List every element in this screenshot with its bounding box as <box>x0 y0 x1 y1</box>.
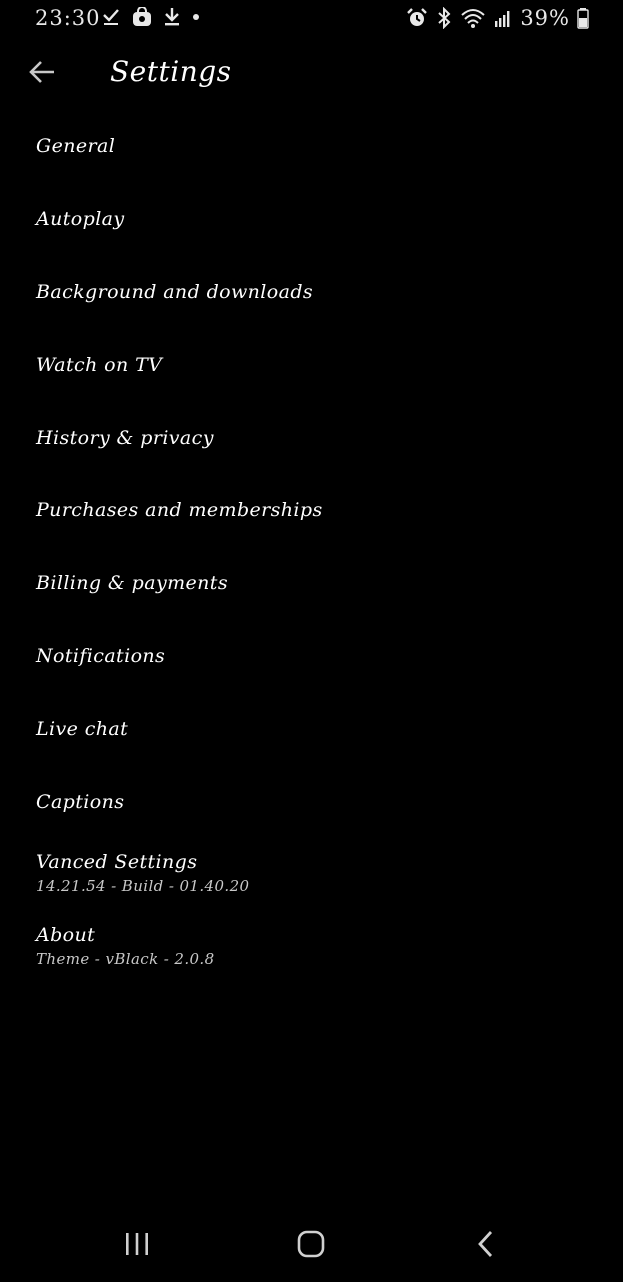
signal-icon <box>493 7 513 29</box>
battery-percentage: 39% <box>520 6 570 30</box>
app-bar: Settings <box>0 44 623 104</box>
settings-item-about[interactable]: About Theme - vBlack - 2.0.8 <box>0 911 623 984</box>
settings-item-version: 14.21.54 - Build - 01.40.20 <box>36 877 250 896</box>
settings-item-label: Live chat <box>36 717 129 740</box>
settings-item-purchases-memberships[interactable]: Purchases and memberships <box>0 474 623 547</box>
settings-item-billing-payments[interactable]: Billing & payments <box>0 547 623 620</box>
settings-item-label: About <box>36 924 96 947</box>
recent-apps-icon <box>123 1231 151 1257</box>
settings-item-label: Billing & payments <box>36 572 228 595</box>
settings-item-label: Background and downloads <box>36 280 314 303</box>
settings-item-label: Captions <box>36 790 125 813</box>
wifi-icon <box>460 7 486 29</box>
settings-item-label: Purchases and memberships <box>36 499 323 522</box>
settings-list: General Autoplay Background and download… <box>0 110 623 984</box>
settings-item-label: Autoplay <box>36 208 125 231</box>
settings-item-theme: Theme - vBlack - 2.0.8 <box>36 950 215 969</box>
settings-item-label: Vanced Settings <box>36 851 198 874</box>
settings-item-general[interactable]: General <box>0 110 623 183</box>
settings-item-notifications[interactable]: Notifications <box>0 620 623 693</box>
settings-item-vanced-settings[interactable]: Vanced Settings 14.21.54 - Build - 01.40… <box>0 838 623 911</box>
status-system-icons: 39% <box>406 6 589 30</box>
status-notification-icons <box>101 7 201 27</box>
bluetooth-icon <box>435 7 453 29</box>
recent-apps-button[interactable] <box>112 1224 162 1264</box>
bag-icon <box>131 7 153 27</box>
navigation-bar <box>0 1210 623 1282</box>
check-icon <box>101 7 121 27</box>
system-back-button[interactable] <box>461 1224 511 1264</box>
settings-item-background-downloads[interactable]: Background and downloads <box>0 256 623 329</box>
settings-item-label: History & privacy <box>36 426 214 449</box>
back-arrow-icon <box>28 58 56 86</box>
back-button[interactable] <box>24 54 60 90</box>
status-time: 23:30 <box>35 6 101 30</box>
settings-item-label: Watch on TV <box>36 353 163 376</box>
settings-item-captions[interactable]: Captions <box>0 765 623 838</box>
settings-item-live-chat[interactable]: Live chat <box>0 692 623 765</box>
battery-icon <box>577 7 589 29</box>
download-icon <box>163 7 181 27</box>
alarm-icon <box>406 7 428 29</box>
dot-icon <box>191 7 201 27</box>
page-title: Settings <box>110 55 232 88</box>
settings-item-label: Notifications <box>36 644 166 667</box>
settings-item-label: General <box>36 135 116 158</box>
settings-item-history-privacy[interactable]: History & privacy <box>0 401 623 474</box>
settings-item-autoplay[interactable]: Autoplay <box>0 183 623 256</box>
home-button[interactable] <box>286 1224 336 1264</box>
back-icon <box>474 1230 498 1258</box>
settings-item-watch-on-tv[interactable]: Watch on TV <box>0 328 623 401</box>
status-bar: 23:30 39% <box>0 0 623 36</box>
home-icon <box>297 1230 325 1258</box>
